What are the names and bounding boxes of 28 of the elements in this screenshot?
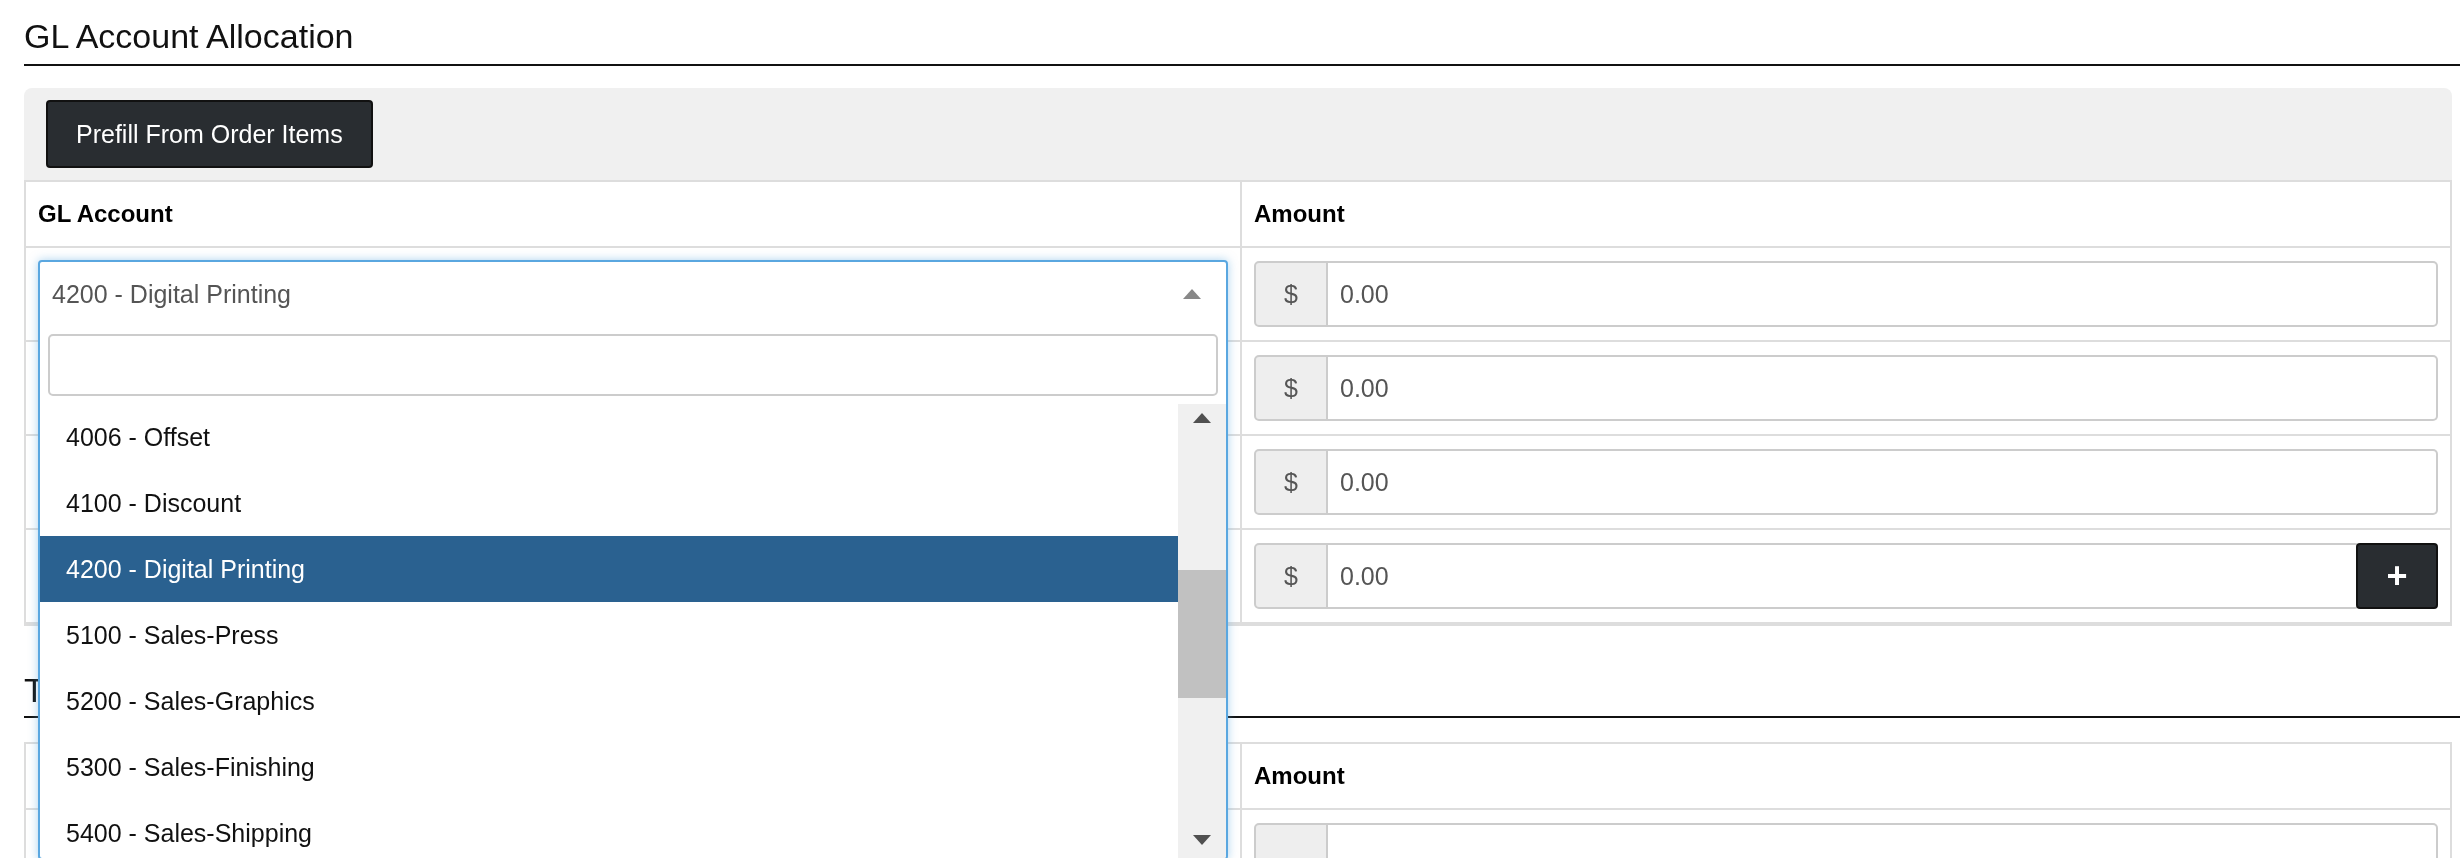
currency-addon: $ bbox=[1254, 355, 1328, 421]
column-header: GL Account bbox=[38, 200, 173, 228]
column-header: Amount bbox=[1254, 762, 1345, 790]
amount-field[interactable]: 0.00 bbox=[1328, 543, 2360, 609]
add-row-button[interactable]: + bbox=[2356, 543, 2438, 609]
account-option[interactable]: 4200 - Digital Printing bbox=[40, 536, 1178, 602]
currency-addon: $ bbox=[1254, 543, 1328, 609]
account-option[interactable]: 5200 - Sales-Graphics bbox=[40, 668, 1178, 734]
currency-addon: $ bbox=[1254, 261, 1328, 327]
account-dropdown[interactable]: 4200 - Digital Printing 4006 - Offset 4100 - Discount 4200 - Digital Printing 5100 - Sales-Press 5200 - Sales-Graphics 5300 - Sales-Finishing 5400 - Sales-Shipping bbox=[38, 260, 1228, 858]
scrollbar[interactable] bbox=[1178, 404, 1226, 858]
scroll-down-icon[interactable] bbox=[1192, 834, 1212, 846]
scroll-up-icon[interactable] bbox=[1192, 412, 1212, 424]
account-option[interactable]: 4100 - Discount bbox=[40, 470, 1178, 536]
account-option[interactable]: 5100 - Sales-Press bbox=[40, 602, 1178, 668]
account-option[interactable]: 5300 - Sales-Finishing bbox=[40, 734, 1178, 800]
currency-addon: $ bbox=[1254, 449, 1328, 515]
scroll-thumb[interactable] bbox=[1178, 570, 1226, 698]
prefill-button[interactable]: Prefill From Order Items bbox=[46, 100, 373, 168]
account-option[interactable]: 4006 - Offset bbox=[40, 404, 1178, 470]
amount-field[interactable]: 0.00 bbox=[1328, 261, 2438, 327]
account-option[interactable]: 5400 - Sales-Shipping bbox=[40, 800, 1178, 858]
selected-account: 4200 - Digital Printing bbox=[52, 279, 291, 309]
amount-field[interactable]: 0.00 bbox=[1328, 449, 2438, 515]
column-header: Amount bbox=[1254, 200, 1345, 228]
search-field[interactable] bbox=[48, 334, 1218, 396]
section-title: GL Account Allocation bbox=[24, 16, 354, 56]
amount-field[interactable]: 0.00 bbox=[1328, 355, 2438, 421]
